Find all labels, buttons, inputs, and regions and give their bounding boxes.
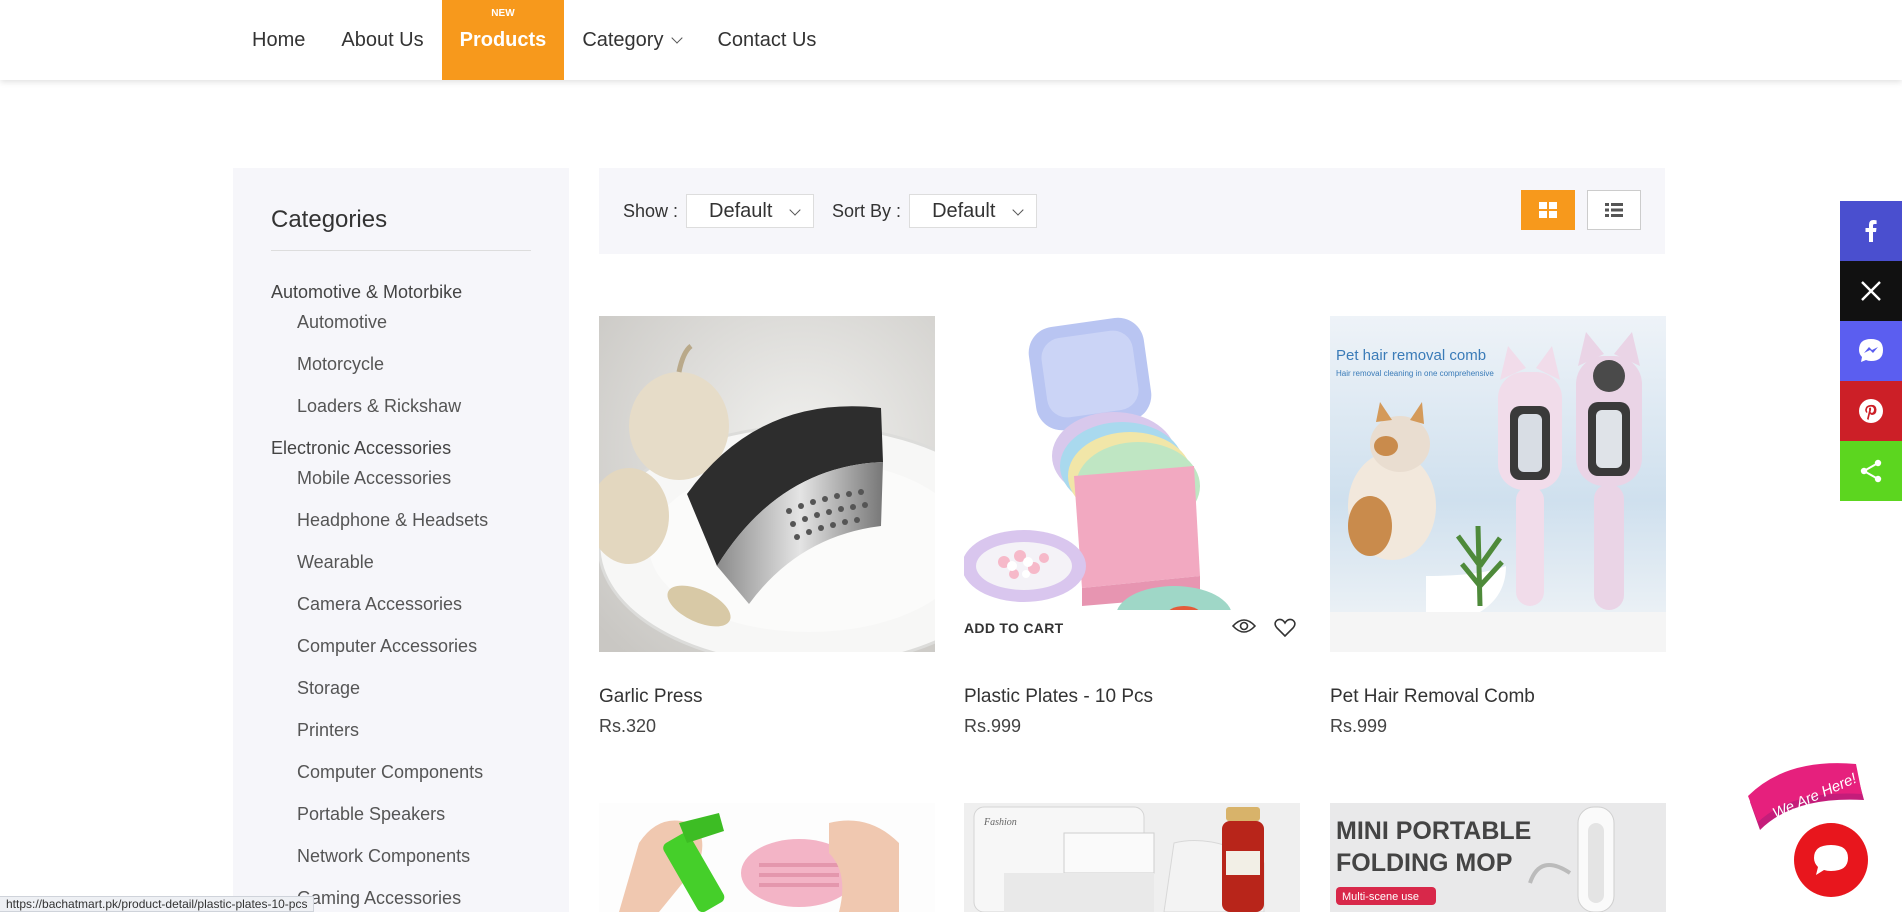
product-hover-actions: ADD TO CART bbox=[964, 610, 1300, 646]
chevron-down-icon bbox=[1012, 204, 1024, 216]
category-camera-accessories[interactable]: Camera Accessories bbox=[271, 589, 531, 619]
category-electronic-accessories[interactable]: Electronic Accessories bbox=[271, 433, 531, 463]
image-tag-text: Multi-scene use bbox=[1342, 891, 1419, 903]
product-name[interactable]: Plastic Plates - 10 Pcs bbox=[964, 686, 1300, 708]
product-image[interactable] bbox=[599, 316, 935, 652]
category-computer-accessories[interactable]: Computer Accessories bbox=[271, 631, 531, 661]
pinterest-icon bbox=[1859, 399, 1883, 423]
product-card[interactable] bbox=[599, 803, 935, 912]
sort-label: Sort By : bbox=[832, 200, 902, 221]
chevron-down-icon bbox=[671, 32, 684, 44]
chat-button[interactable] bbox=[1794, 823, 1868, 897]
show-select[interactable]: Default bbox=[686, 194, 815, 228]
category-list: Automotive & Motorbike Automotive Motorc… bbox=[271, 277, 531, 912]
add-to-cart-button[interactable]: ADD TO CART bbox=[964, 620, 1063, 636]
product-image[interactable]: Pet hair removal comb Hair removal clean… bbox=[1330, 316, 1666, 652]
facebook-icon bbox=[1865, 220, 1877, 242]
pinterest-share-button[interactable] bbox=[1840, 381, 1902, 441]
product-card[interactable]: MINI PORTABLE FOLDING MOP Multi-scene us… bbox=[1330, 803, 1666, 912]
x-icon bbox=[1861, 281, 1881, 301]
product-card[interactable]: ADD TO CART Plastic Plates - 10 Pcs Rs.9… bbox=[964, 316, 1300, 737]
messenger-icon bbox=[1859, 339, 1883, 362]
list-view-button[interactable] bbox=[1587, 190, 1641, 230]
product-image[interactable]: Fashion bbox=[964, 803, 1300, 912]
sidebar-title: Categories bbox=[271, 206, 531, 251]
product-image[interactable] bbox=[599, 803, 935, 912]
image-brand-text: Fashion bbox=[983, 817, 1017, 828]
product-name[interactable]: Garlic Press bbox=[599, 686, 935, 708]
nav-products[interactable]: NEW Products bbox=[441, 0, 565, 80]
product-card[interactable]: Fashion bbox=[964, 803, 1300, 912]
list-icon bbox=[1605, 203, 1623, 217]
x-share-button[interactable] bbox=[1840, 261, 1902, 321]
grid-icon bbox=[1539, 202, 1557, 218]
product-image[interactable]: ADD TO CART bbox=[964, 316, 1300, 652]
main-nav: Home About Us NEW Products Category Cont… bbox=[234, 0, 834, 80]
category-network-components[interactable]: Network Components bbox=[271, 841, 531, 871]
nav-about-us[interactable]: About Us bbox=[323, 0, 441, 80]
product-price: Rs.999 bbox=[1330, 716, 1388, 736]
category-automotive-motorbike[interactable]: Automotive & Motorbike bbox=[271, 277, 531, 307]
nav-contact-us[interactable]: Contact Us bbox=[699, 0, 834, 80]
image-title-text: MINI PORTABLE bbox=[1336, 817, 1531, 845]
category-portable-speakers[interactable]: Portable Speakers bbox=[271, 799, 531, 829]
category-computer-components[interactable]: Computer Components bbox=[271, 757, 531, 787]
show-label: Show : bbox=[623, 200, 679, 221]
new-badge: NEW bbox=[491, 8, 515, 19]
chat-we-are-here-badge[interactable]: We Are Here! bbox=[1746, 760, 1902, 830]
social-share-bar bbox=[1840, 201, 1902, 501]
image-subtitle-text: Hair removal cleaning in one comprehensi… bbox=[1336, 369, 1494, 378]
listing-toolbar: Show : Default Sort By : Default bbox=[599, 168, 1665, 254]
site-header: Home About Us NEW Products Category Cont… bbox=[0, 0, 1902, 80]
category-automotive[interactable]: Automotive bbox=[271, 307, 531, 337]
browser-status-bar: https://bachatmart.pk/product-detail/pla… bbox=[0, 896, 315, 912]
heart-icon[interactable] bbox=[1274, 618, 1296, 638]
image-title-text: Pet hair removal comb bbox=[1336, 347, 1486, 364]
nav-category[interactable]: Category bbox=[564, 0, 699, 80]
product-card[interactable]: Garlic Press Rs.320 bbox=[599, 316, 935, 737]
chevron-down-icon bbox=[789, 204, 801, 216]
product-card[interactable]: Pet hair removal comb Hair removal clean… bbox=[1330, 316, 1666, 737]
product-price: Rs.320 bbox=[599, 716, 657, 736]
share-icon bbox=[1860, 459, 1882, 483]
share-button[interactable] bbox=[1840, 441, 1902, 501]
category-headphone-headsets[interactable]: Headphone & Headsets bbox=[271, 505, 531, 535]
category-printers[interactable]: Printers bbox=[271, 715, 531, 745]
categories-sidebar: Categories Automotive & Motorbike Automo… bbox=[233, 168, 569, 912]
product-name[interactable]: Pet Hair Removal Comb bbox=[1330, 686, 1666, 708]
nav-home[interactable]: Home bbox=[234, 0, 323, 80]
facebook-share-button[interactable] bbox=[1840, 201, 1902, 261]
category-wearable[interactable]: Wearable bbox=[271, 547, 531, 577]
messenger-share-button[interactable] bbox=[1840, 321, 1902, 381]
category-motorcycle[interactable]: Motorcycle bbox=[271, 349, 531, 379]
view-toggle bbox=[1521, 190, 1641, 230]
grid-view-button[interactable] bbox=[1521, 190, 1575, 230]
product-image[interactable]: MINI PORTABLE FOLDING MOP Multi-scene us… bbox=[1330, 803, 1666, 912]
product-price: Rs.999 bbox=[964, 716, 1022, 736]
category-loaders-rickshaw[interactable]: Loaders & Rickshaw bbox=[271, 391, 531, 421]
chat-bubble-icon bbox=[1814, 845, 1848, 875]
eye-icon[interactable] bbox=[1232, 618, 1256, 634]
category-mobile-accessories[interactable]: Mobile Accessories bbox=[271, 463, 531, 493]
sort-select[interactable]: Default bbox=[909, 194, 1038, 228]
category-storage[interactable]: Storage bbox=[271, 673, 531, 703]
image-title-text: FOLDING MOP bbox=[1336, 849, 1512, 877]
